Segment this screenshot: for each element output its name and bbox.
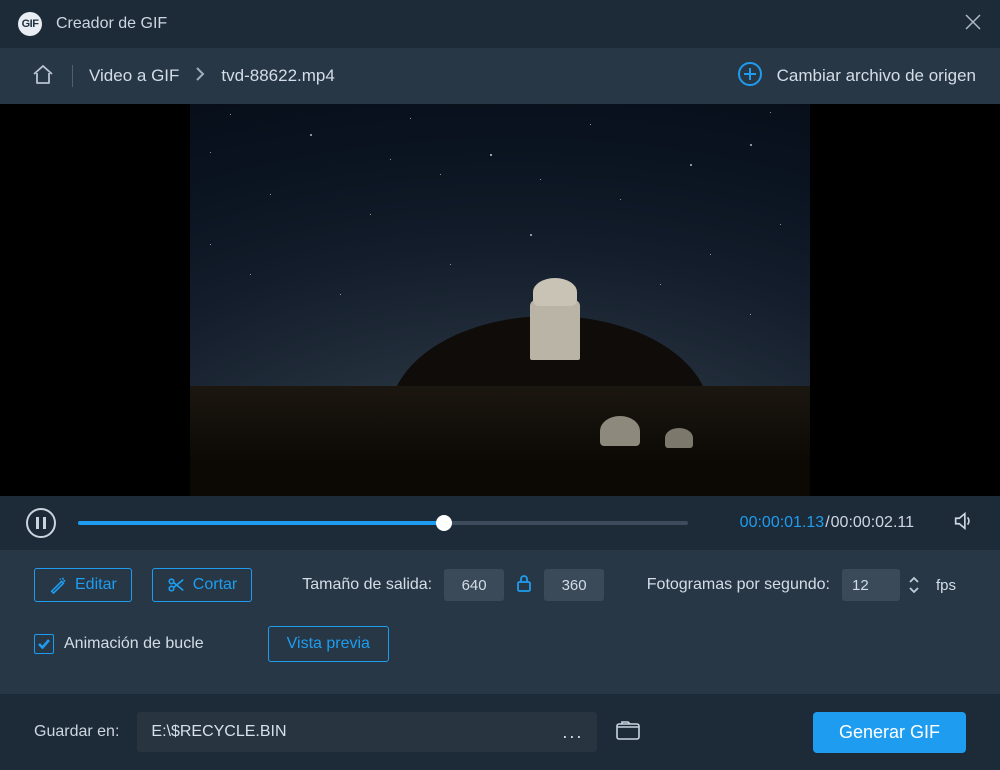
open-folder-icon[interactable] xyxy=(615,719,641,746)
edit-label: Editar xyxy=(75,576,117,594)
loop-label: Animación de bucle xyxy=(64,635,204,653)
time-duration: 00:00:02.11 xyxy=(831,514,914,532)
save-label: Guardar en: xyxy=(34,723,119,741)
seek-fill xyxy=(78,521,444,525)
fps-group: Fotogramas por segundo: 12 fps xyxy=(647,569,956,601)
close-icon[interactable] xyxy=(964,13,982,36)
home-icon[interactable] xyxy=(30,61,56,92)
pause-button[interactable] xyxy=(26,508,56,538)
wand-icon xyxy=(49,576,67,594)
checkbox-icon xyxy=(34,634,54,654)
preview-ground xyxy=(190,386,810,496)
app-title: Creador de GIF xyxy=(56,15,167,33)
preview-observatory xyxy=(530,300,580,360)
crumb-file: tvd-88622.mp4 xyxy=(221,66,334,86)
breadcrumb: Video a GIF tvd-88622.mp4 Cambiar archiv… xyxy=(0,48,1000,104)
time-separator: / xyxy=(825,514,829,532)
output-size-group: Tamaño de salida: 640 360 xyxy=(302,569,604,601)
save-path-text: E:\$RECYCLE.BIN xyxy=(151,723,286,741)
edit-button[interactable]: Editar xyxy=(34,568,132,602)
preview-dome-small xyxy=(665,428,693,448)
time-display: 00:00:01.13 / 00:00:02.11 xyxy=(740,514,914,532)
height-input[interactable]: 360 xyxy=(544,569,604,601)
lock-icon[interactable] xyxy=(516,574,532,597)
chevron-down-icon xyxy=(908,586,920,594)
preview-button[interactable]: Vista previa xyxy=(268,626,389,662)
fps-label: Fotogramas por segundo: xyxy=(647,576,830,594)
options-row-top: Editar Cortar Tamaño de salida: 640 360 … xyxy=(34,568,966,602)
fps-unit: fps xyxy=(936,577,956,594)
save-path-field[interactable]: E:\$RECYCLE.BIN ... xyxy=(137,712,597,752)
loop-checkbox[interactable]: Animación de bucle xyxy=(34,634,204,654)
options-panel: Editar Cortar Tamaño de salida: 640 360 … xyxy=(0,550,1000,694)
change-source-button[interactable]: Cambiar archivo de origen xyxy=(737,61,976,92)
output-size-label: Tamaño de salida: xyxy=(302,576,432,594)
app-icon: GIF xyxy=(18,12,42,36)
volume-icon[interactable] xyxy=(952,510,974,537)
preview-dome xyxy=(600,416,640,446)
options-row-bottom: Animación de bucle Vista previa xyxy=(34,626,966,662)
scissors-icon xyxy=(167,576,185,594)
seek-thumb[interactable] xyxy=(436,515,452,531)
plus-circle-icon xyxy=(737,61,763,92)
generate-button[interactable]: Generar GIF xyxy=(813,712,966,753)
cut-button[interactable]: Cortar xyxy=(152,568,252,602)
video-frame xyxy=(190,104,810,496)
video-preview xyxy=(0,104,1000,496)
crumb-separator xyxy=(72,65,73,87)
breadcrumb-left: Video a GIF tvd-88622.mp4 xyxy=(30,61,335,92)
fps-stepper[interactable] xyxy=(908,576,920,594)
footer: Guardar en: E:\$RECYCLE.BIN ... Generar … xyxy=(0,694,1000,770)
playback-bar: 00:00:01.13 / 00:00:02.11 xyxy=(0,496,1000,550)
chevron-right-icon xyxy=(195,66,205,87)
browse-more-button[interactable]: ... xyxy=(562,722,583,743)
change-source-label: Cambiar archivo de origen xyxy=(777,66,976,86)
chevron-up-icon xyxy=(908,576,920,584)
title-left: GIF Creador de GIF xyxy=(18,12,167,36)
seek-track[interactable] xyxy=(78,521,688,525)
pause-icon xyxy=(36,517,46,529)
fps-input[interactable]: 12 xyxy=(842,569,900,601)
titlebar: GIF Creador de GIF xyxy=(0,0,1000,48)
width-input[interactable]: 640 xyxy=(444,569,504,601)
cut-label: Cortar xyxy=(193,576,237,594)
crumb-section[interactable]: Video a GIF xyxy=(89,66,179,86)
time-current: 00:00:01.13 xyxy=(740,514,825,532)
